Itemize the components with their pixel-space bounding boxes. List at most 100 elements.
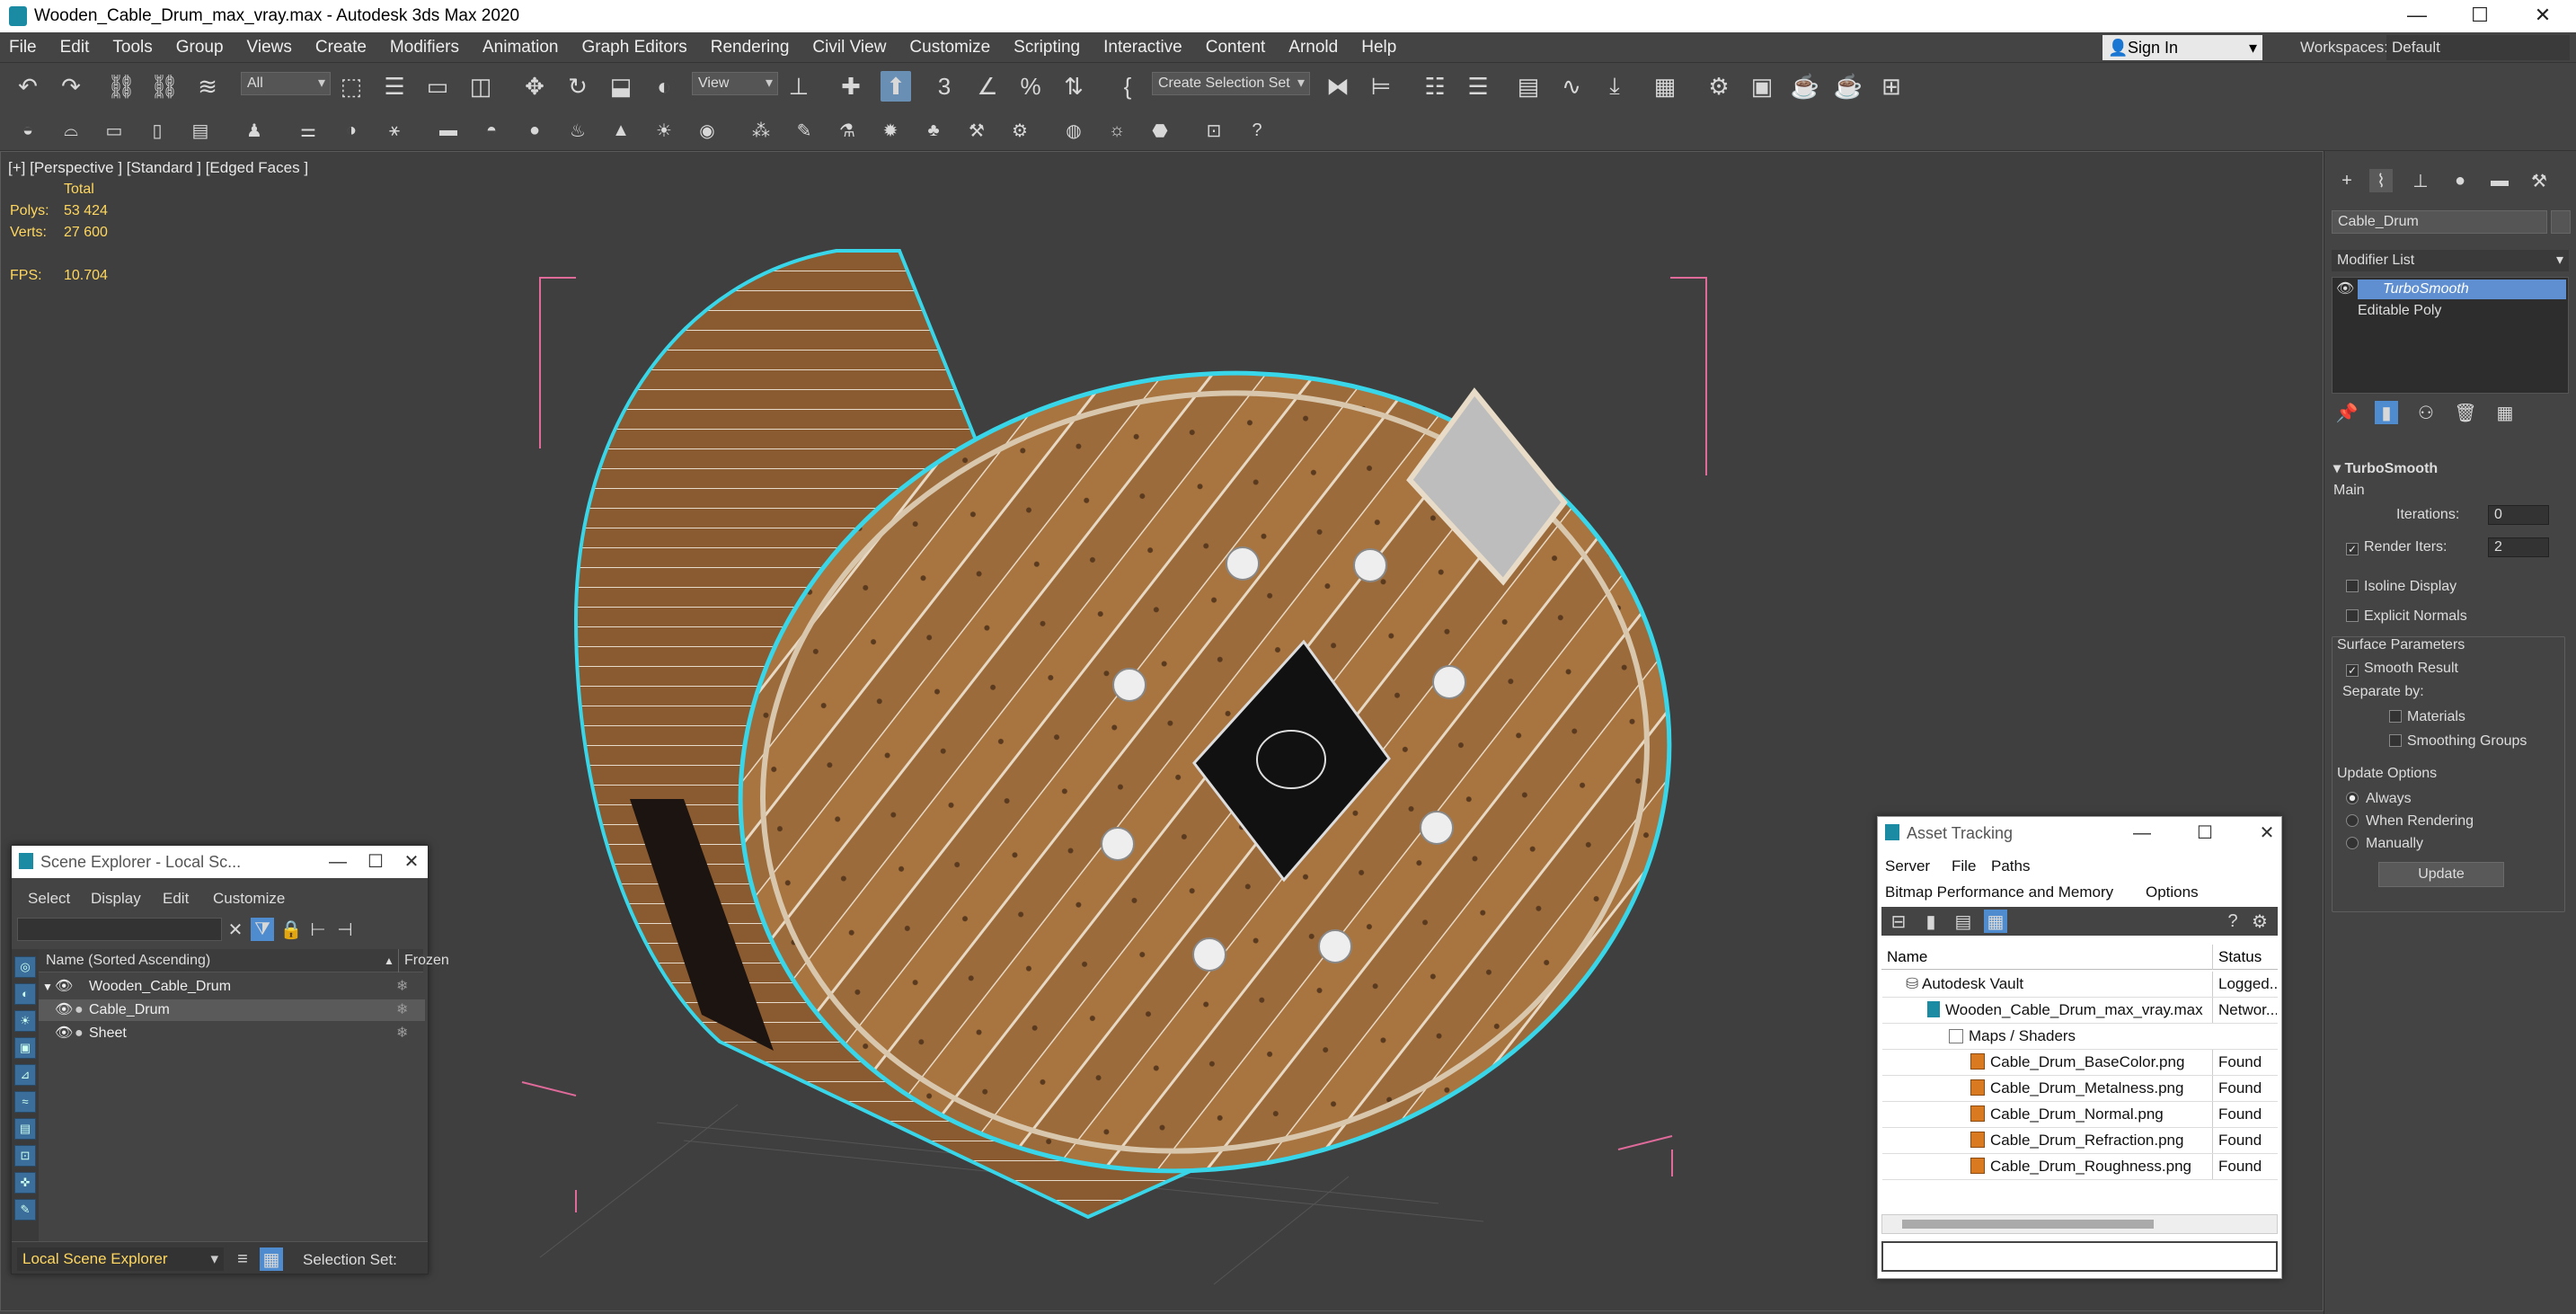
display-spacewarps-icon[interactable]: ≈ [14, 1091, 36, 1113]
cone-light-icon[interactable]: ▲ [609, 119, 633, 142]
move-icon[interactable]: ✥ [519, 71, 550, 102]
filter-icon[interactable]: ⧩ [251, 918, 274, 941]
create-tab-icon[interactable]: + [2335, 169, 2359, 192]
minimize-icon[interactable]: — [322, 846, 354, 878]
display-bones-icon[interactable]: ✜ [14, 1172, 36, 1194]
plane-tool-icon[interactable]: ▬ [437, 119, 460, 142]
configure-modifier-sets-icon[interactable]: ▦ [2493, 401, 2517, 424]
object-color-swatch[interactable] [2551, 210, 2571, 234]
at-col-status[interactable]: Status [2212, 945, 2262, 970]
bind-space-warp-icon[interactable]: ≋ [192, 71, 223, 102]
select-by-name-icon[interactable]: ☰ [379, 71, 410, 102]
menu-civil-view[interactable]: Civil View [803, 38, 900, 58]
keyboard-shortcut-override-icon[interactable]: ⬆ [881, 71, 911, 102]
pivot-center-icon[interactable]: ⊥ [783, 71, 814, 102]
sign-in-dropdown[interactable]: 👤 Sign In ▾ [2102, 35, 2262, 60]
display-geometry-icon[interactable]: ◎ [14, 956, 36, 978]
material-override-icon[interactable]: ⚙ [1008, 119, 1031, 142]
ribbon-toggle-icon[interactable]: ▤ [1513, 71, 1544, 102]
asset-row-refraction[interactable]: Cable_Drum_Refraction.png Found [1882, 1128, 2278, 1154]
close-button[interactable]: ✕ [2511, 0, 2574, 32]
at-horizontal-scrollbar[interactable] [1881, 1214, 2278, 1234]
fur-tool-icon[interactable]: ✎ [792, 119, 816, 142]
freeze-icon[interactable]: ❄ [396, 1023, 408, 1044]
asset-row-max-file[interactable]: Wooden_Cable_Drum_max_vray.max Networ... [1882, 998, 2278, 1024]
rectangular-selection-icon[interactable]: ▭ [422, 71, 453, 102]
explorer-mode-dropdown[interactable]: Local Scene Explorer ▾ [17, 1247, 224, 1271]
menu-help[interactable]: Help [1352, 38, 1411, 58]
light-lister-icon[interactable]: ☼ [1105, 119, 1129, 142]
link-icon[interactable]: ⛓ [106, 71, 137, 102]
display-all-icon[interactable]: ✎ [14, 1199, 36, 1221]
material-editor-icon[interactable]: ▦ [1650, 71, 1680, 102]
asset-row-maps-shaders[interactable]: Maps / Shaders [1882, 1024, 2278, 1050]
unlink-icon[interactable]: ⛓ [149, 71, 180, 102]
menu-edit[interactable]: Edit [51, 38, 104, 58]
materials-row[interactable]: Materials [2389, 709, 2465, 725]
at-help-icon[interactable]: ? [2221, 910, 2244, 933]
materials-checkbox[interactable] [2389, 710, 2402, 723]
populate-icon[interactable]: ♟ [243, 119, 266, 142]
rollout-turbosmooth[interactable]: ▾ TurboSmooth [2333, 459, 2438, 477]
eye-icon[interactable]: 👁 [55, 1023, 73, 1044]
menu-arnold[interactable]: Arnold [1279, 38, 1352, 58]
tree-item-cable-drum[interactable]: 👁 ● Cable_Drum ❄ [39, 999, 425, 1021]
at-path-field[interactable] [1881, 1241, 2278, 1272]
scale-icon[interactable]: ⬓ [606, 71, 636, 102]
render-iters-spinner[interactable]: 2 [2488, 537, 2549, 557]
menu-animation[interactable]: Animation [474, 38, 573, 58]
menu-customize[interactable]: Customize [900, 38, 1005, 58]
explicit-normals-checkbox[interactable] [2346, 609, 2359, 622]
update-manually-row[interactable]: Manually [2346, 836, 2423, 852]
teapot-tool-icon[interactable]: ♨ [566, 119, 589, 142]
at-col-name[interactable]: Name [1887, 945, 1927, 970]
layers-icon[interactable]: ≡ [231, 1247, 254, 1271]
render-setup-icon[interactable]: ⚙ [1704, 71, 1734, 102]
utilities-tab-icon[interactable]: ⚒ [2527, 169, 2551, 192]
percent-snap-icon[interactable]: % [1015, 71, 1046, 102]
hemisphere-tool-icon[interactable]: ◓ [480, 119, 503, 142]
plant-tool-icon[interactable]: ♣ [922, 119, 945, 142]
at-menu-paths[interactable]: Paths [1991, 857, 2030, 875]
at-menu-server[interactable]: Server [1885, 857, 1930, 875]
at-settings-icon[interactable]: ⚙ [2248, 910, 2271, 933]
dome-light-icon[interactable]: ◉ [695, 119, 719, 142]
object-name-field[interactable]: Cable_Drum [2332, 210, 2547, 234]
mesh-export-icon[interactable]: ⚒ [965, 119, 988, 142]
menu-content[interactable]: Content [1197, 38, 1280, 58]
maximize-icon[interactable]: ☐ [359, 846, 392, 878]
render-production-icon[interactable]: ☕ [1790, 71, 1820, 102]
isoline-display-row[interactable]: Isoline Display [2346, 579, 2456, 595]
window-crossing-icon[interactable]: ◫ [465, 71, 496, 102]
se-menu-customize[interactable]: Customize [213, 890, 285, 908]
create-shape-icon[interactable]: ⌓ [59, 119, 83, 142]
stack-item-turbosmooth[interactable]: TurboSmooth [2358, 280, 2566, 299]
freeze-icon[interactable]: ❄ [396, 976, 408, 998]
render-sphere-icon[interactable]: ◍ [1062, 119, 1085, 142]
iterations-spinner[interactable]: 0 [2488, 505, 2549, 525]
align-icon[interactable]: ⊨ [1366, 71, 1396, 102]
display-groups-icon[interactable]: ▤ [14, 1118, 36, 1140]
display-lights-icon[interactable]: ☀ [14, 1010, 36, 1032]
workspace-select[interactable]: Default [2386, 35, 2570, 60]
particles-tool-icon[interactable]: ⚹ [383, 119, 406, 142]
hierarchy-icon[interactable]: ⊢ [306, 918, 330, 941]
spinner-snap-icon[interactable]: ⇅ [1058, 71, 1089, 102]
at-menu-file[interactable]: File [1952, 857, 1976, 875]
render-in-cloud-icon[interactable]: ⊞ [1876, 71, 1907, 102]
display-xrefs-icon[interactable]: ⊡ [14, 1145, 36, 1167]
se-search-input[interactable] [17, 918, 222, 941]
manually-radio[interactable] [2346, 837, 2359, 849]
pin-stack-icon[interactable]: 📌 [2335, 401, 2359, 424]
display-tab-icon[interactable]: ▬ [2488, 169, 2511, 192]
menu-create[interactable]: Create [306, 38, 381, 58]
display-helpers-icon[interactable]: ⊿ [14, 1064, 36, 1086]
box-tool-icon[interactable]: ▭ [102, 119, 126, 142]
mirror-icon[interactable]: ⧓ [1323, 71, 1353, 102]
schematic-view-icon[interactable]: ⤓ [1599, 71, 1630, 102]
at-menu-bitmap-performance[interactable]: Bitmap Performance and Memory [1885, 883, 2113, 901]
render-to-texture-icon[interactable]: ⊡ [1202, 119, 1226, 142]
menu-scripting[interactable]: Scripting [1005, 38, 1094, 58]
rendered-frame-window-icon[interactable]: ▣ [1747, 71, 1777, 102]
update-always-row[interactable]: Always [2346, 791, 2412, 807]
